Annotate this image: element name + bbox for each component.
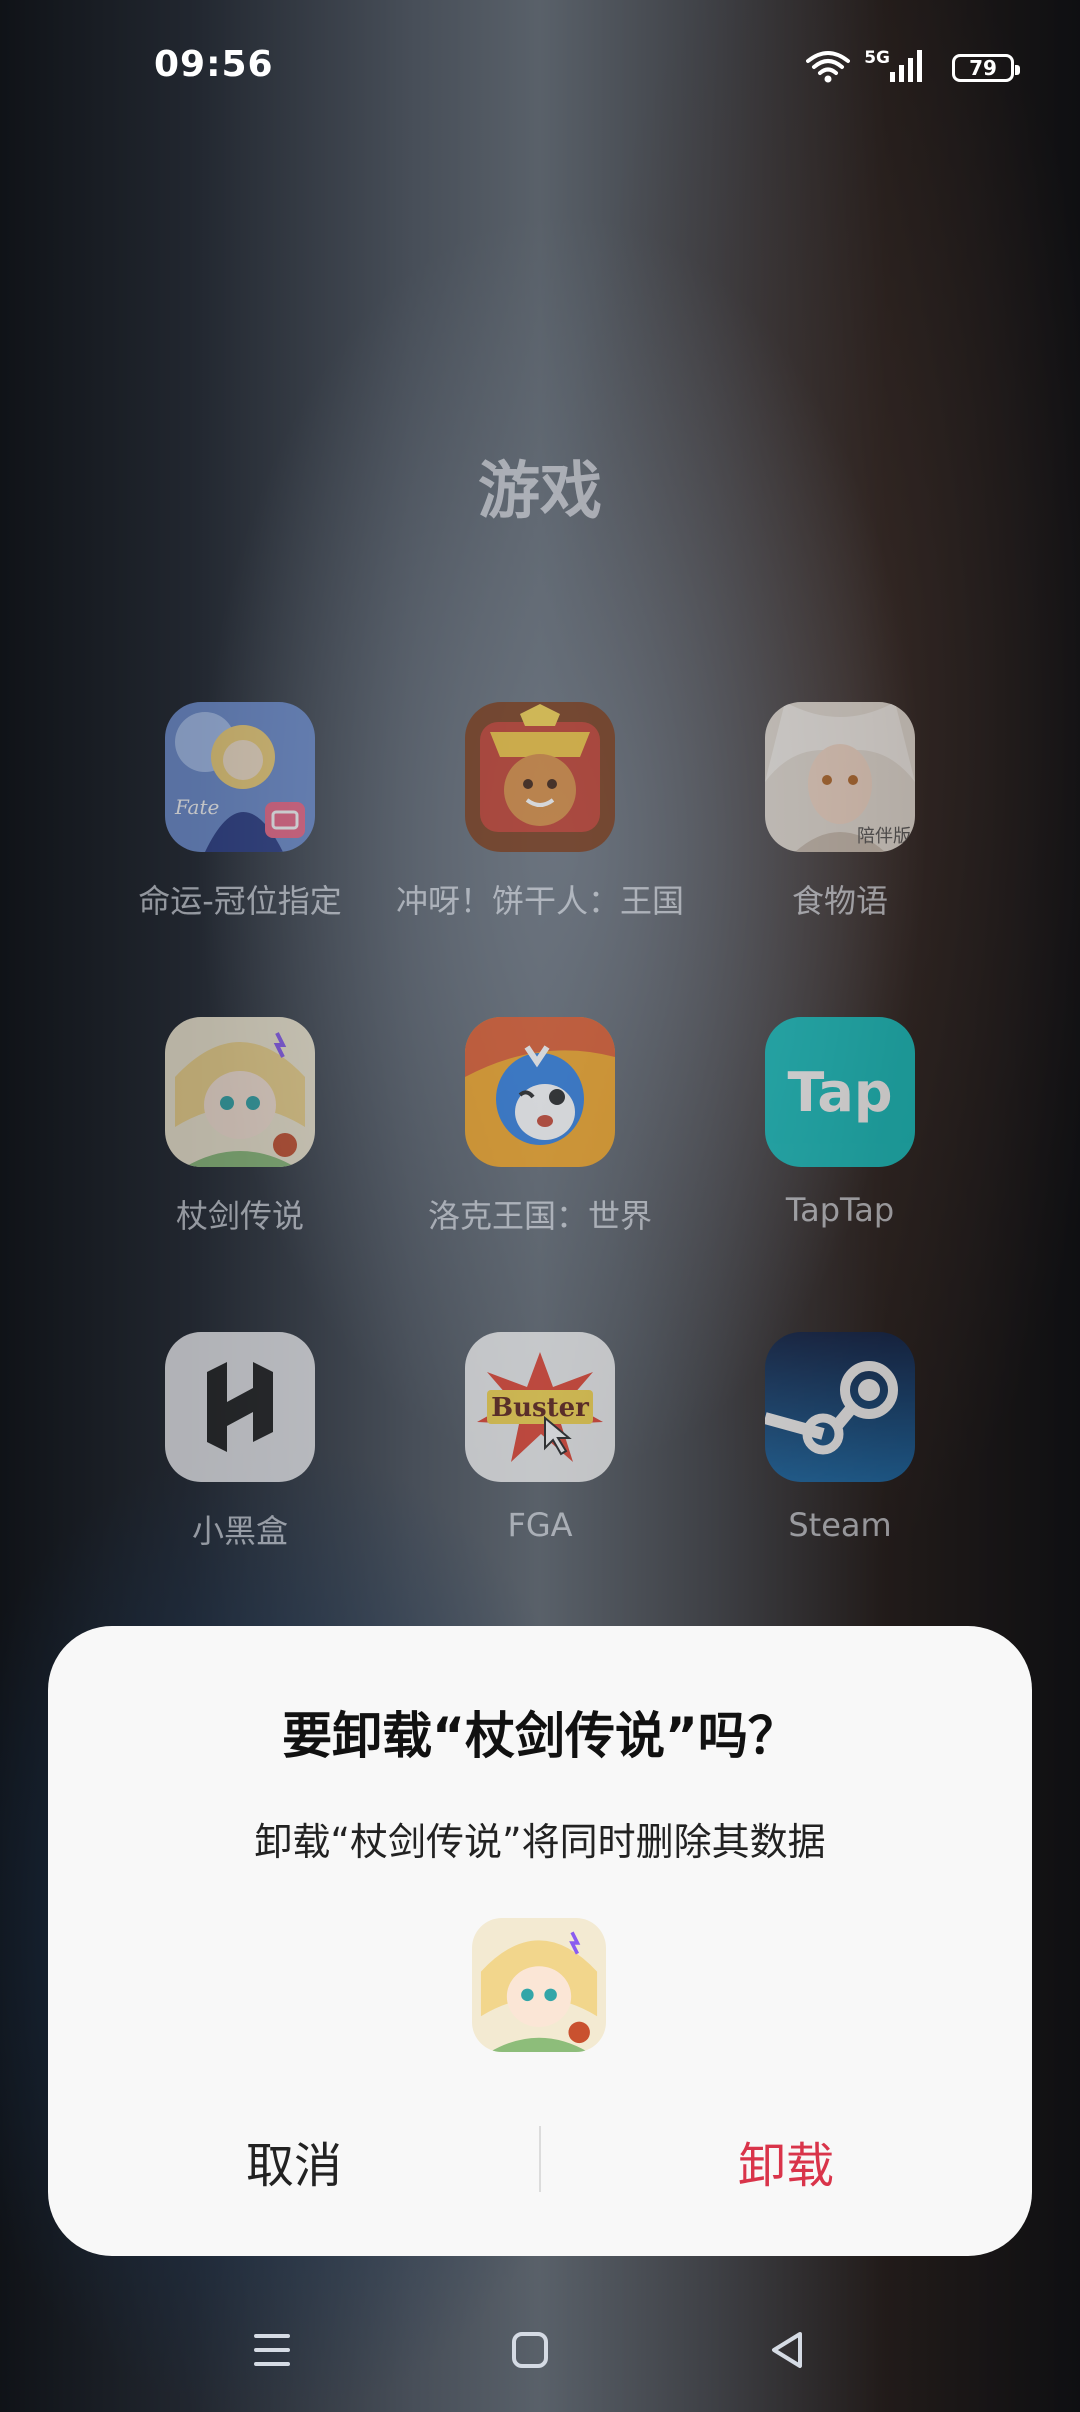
fga-icon: Buster	[465, 1332, 615, 1482]
app-food-fantasy[interactable]: 陪伴版 食物语	[690, 702, 990, 922]
app-cookie-run-kingdom[interactable]: 冲呀！饼干人：王国	[390, 702, 690, 922]
app-label: 冲呀！饼干人：王国	[395, 882, 684, 920]
status-bar: 09:56 5G 79	[0, 0, 1080, 140]
app-fate-grand-order[interactable]: Fate 命运-冠位指定	[90, 702, 390, 922]
app-steam[interactable]: Steam	[690, 1332, 990, 1544]
xiaoheihe-icon	[165, 1332, 315, 1482]
battery-level: 79	[969, 56, 997, 80]
app-label: 食物语	[791, 882, 888, 920]
app-label: 命运-冠位指定	[138, 882, 342, 920]
app-label: 洛克王国：世界	[427, 1197, 652, 1235]
zhangjian-legend-icon	[165, 1017, 315, 1167]
roco-kingdom-icon	[465, 1017, 615, 1167]
network-type-label: 5G	[864, 47, 890, 68]
app-label: 小黑盒	[191, 1512, 288, 1550]
signal-icon	[890, 50, 924, 86]
battery-icon: 79	[952, 54, 1020, 82]
app-xiaoheihe[interactable]: 小黑盒	[90, 1332, 390, 1552]
dialog-title: 要卸载“杖剑传说”吗？	[282, 1707, 798, 1765]
app-label: FGA	[507, 1506, 573, 1544]
taptap-icon: Tap	[765, 1017, 915, 1167]
fate-grand-order-icon: Fate	[165, 702, 315, 852]
menu-icon[interactable]	[242, 2320, 302, 2380]
navigation-bar	[0, 2300, 1080, 2412]
svg-text:Buster: Buster	[491, 1393, 589, 1423]
folder-title[interactable]: 游戏	[0, 440, 1080, 530]
app-fga[interactable]: Buster FGA	[390, 1332, 690, 1544]
app-zhangjian-legend[interactable]: 杖剑传说	[90, 1017, 390, 1237]
app-label: Steam	[788, 1506, 892, 1544]
svg-text:Fate: Fate	[174, 795, 219, 819]
app-label: 杖剑传说	[175, 1197, 304, 1235]
back-icon[interactable]	[758, 2320, 818, 2380]
app-roco-kingdom[interactable]: 洛克王国：世界	[390, 1017, 690, 1237]
app-label: TapTap	[785, 1191, 895, 1229]
dialog-message: 卸载“杖剑传说”将同时删除其数据	[254, 1820, 826, 1864]
app-taptap[interactable]: Tap TapTap	[690, 1017, 990, 1229]
uninstall-button[interactable]: 卸载	[540, 2126, 1032, 2196]
svg-text:Tap: Tap	[788, 1061, 893, 1124]
food-fantasy-icon: 陪伴版	[765, 702, 915, 852]
wifi-icon	[806, 49, 851, 87]
steam-icon	[765, 1332, 915, 1482]
home-icon[interactable]	[500, 2320, 560, 2380]
status-time: 09:56	[154, 44, 274, 85]
status-icons: 5G 79	[806, 47, 1020, 88]
cancel-button[interactable]: 取消	[48, 2126, 540, 2196]
cookie-run-kingdom-icon	[465, 702, 615, 852]
svg-text:陪伴版: 陪伴版	[857, 826, 911, 847]
uninstall-dialog: 要卸载“杖剑传说”吗？ 卸载“杖剑传说”将同时删除其数据 取消 卸载	[48, 1626, 1032, 2256]
zhangjian-legend-icon	[472, 1918, 606, 2052]
